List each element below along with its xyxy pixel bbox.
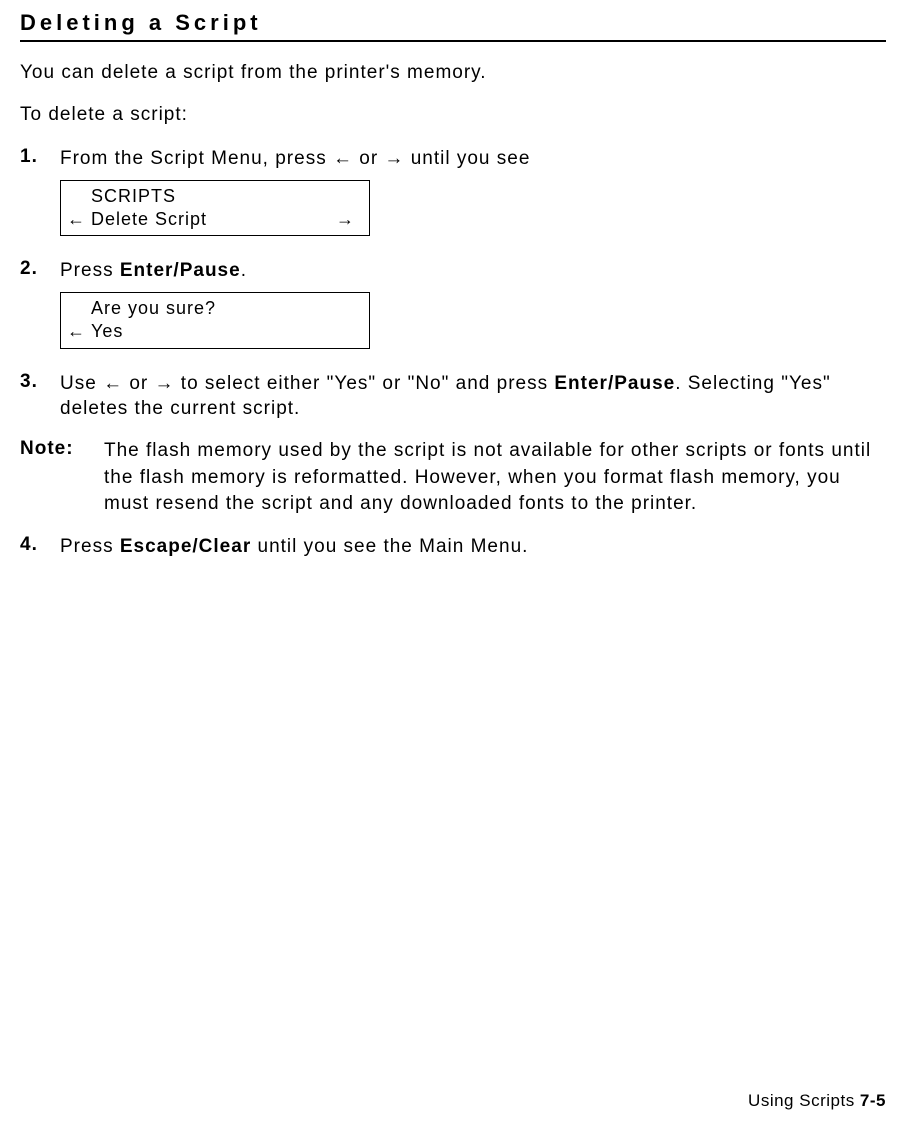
step-3-bold: Enter/Pause <box>554 373 675 394</box>
step-2-number: 2. <box>20 258 60 364</box>
step-3-text: Use ← or → to select either "Yes" or "No… <box>60 371 886 422</box>
step-4-bold: Escape/Clear <box>120 536 251 557</box>
display-box-confirm: Are you sure? ← Yes <box>60 292 370 349</box>
display-scripts-line1: SCRIPTS <box>91 185 176 208</box>
step-2-text: Press Enter/Pause. <box>60 258 886 284</box>
page-footer: Using Scripts 7-5 <box>748 1091 886 1111</box>
step-4-text-before: Press <box>60 536 120 557</box>
display-confirm-line2: Yes <box>91 320 123 343</box>
right-arrow-icon: → <box>384 146 404 172</box>
note-block: Note: The flash memory used by the scrip… <box>20 438 886 518</box>
footer-text: Using Scripts <box>748 1091 860 1110</box>
step-2-text-after: . <box>241 260 247 281</box>
step-1-text-after: until you see <box>404 148 530 169</box>
step-1-text: From the Script Menu, press ← or → until… <box>60 146 886 172</box>
intro-paragraph: You can delete a script from the printer… <box>20 62 886 84</box>
step-1: 1. From the Script Menu, press ← or → un… <box>20 146 886 252</box>
step-4-text: Press Escape/Clear until you see the Mai… <box>60 534 886 560</box>
step-4-text-after: until you see the Main Menu. <box>251 536 528 557</box>
footer-page-number: 7-5 <box>860 1091 886 1110</box>
step-3-text-mid: or <box>123 373 154 394</box>
step-3-text-before: Use <box>60 373 103 394</box>
step-1-text-before: From the Script Menu, press <box>60 148 333 169</box>
step-2: 2. Press Enter/Pause. Are you sure? ← Ye… <box>20 258 886 364</box>
step-3-text-after: to select either "Yes" or "No" and press <box>175 373 555 394</box>
note-label: Note: <box>20 438 100 518</box>
right-arrow-icon: → <box>336 208 355 231</box>
display-confirm-line1: Are you sure? <box>91 297 216 320</box>
step-4: 4. Press Escape/Clear until you see the … <box>20 534 886 560</box>
right-arrow-icon: → <box>155 371 175 397</box>
display-box-scripts: SCRIPTS ← Delete Script → <box>60 180 370 237</box>
step-3: 3. Use ← or → to select either "Yes" or … <box>20 371 886 422</box>
left-arrow-icon: ← <box>333 146 353 172</box>
step-1-text-mid: or <box>353 148 384 169</box>
left-arrow-icon: ← <box>67 208 91 231</box>
left-arrow-icon: ← <box>67 320 91 343</box>
step-4-number: 4. <box>20 534 60 560</box>
subintro-paragraph: To delete a script: <box>20 104 886 126</box>
step-3-number: 3. <box>20 371 60 422</box>
step-1-number: 1. <box>20 146 60 252</box>
display-scripts-line2: Delete Script <box>91 208 207 231</box>
step-2-text-before: Press <box>60 260 120 281</box>
section-heading: Deleting a Script <box>20 10 886 42</box>
note-content: The flash memory used by the script is n… <box>100 438 886 518</box>
step-2-bold: Enter/Pause <box>120 260 241 281</box>
left-arrow-icon: ← <box>103 371 123 397</box>
